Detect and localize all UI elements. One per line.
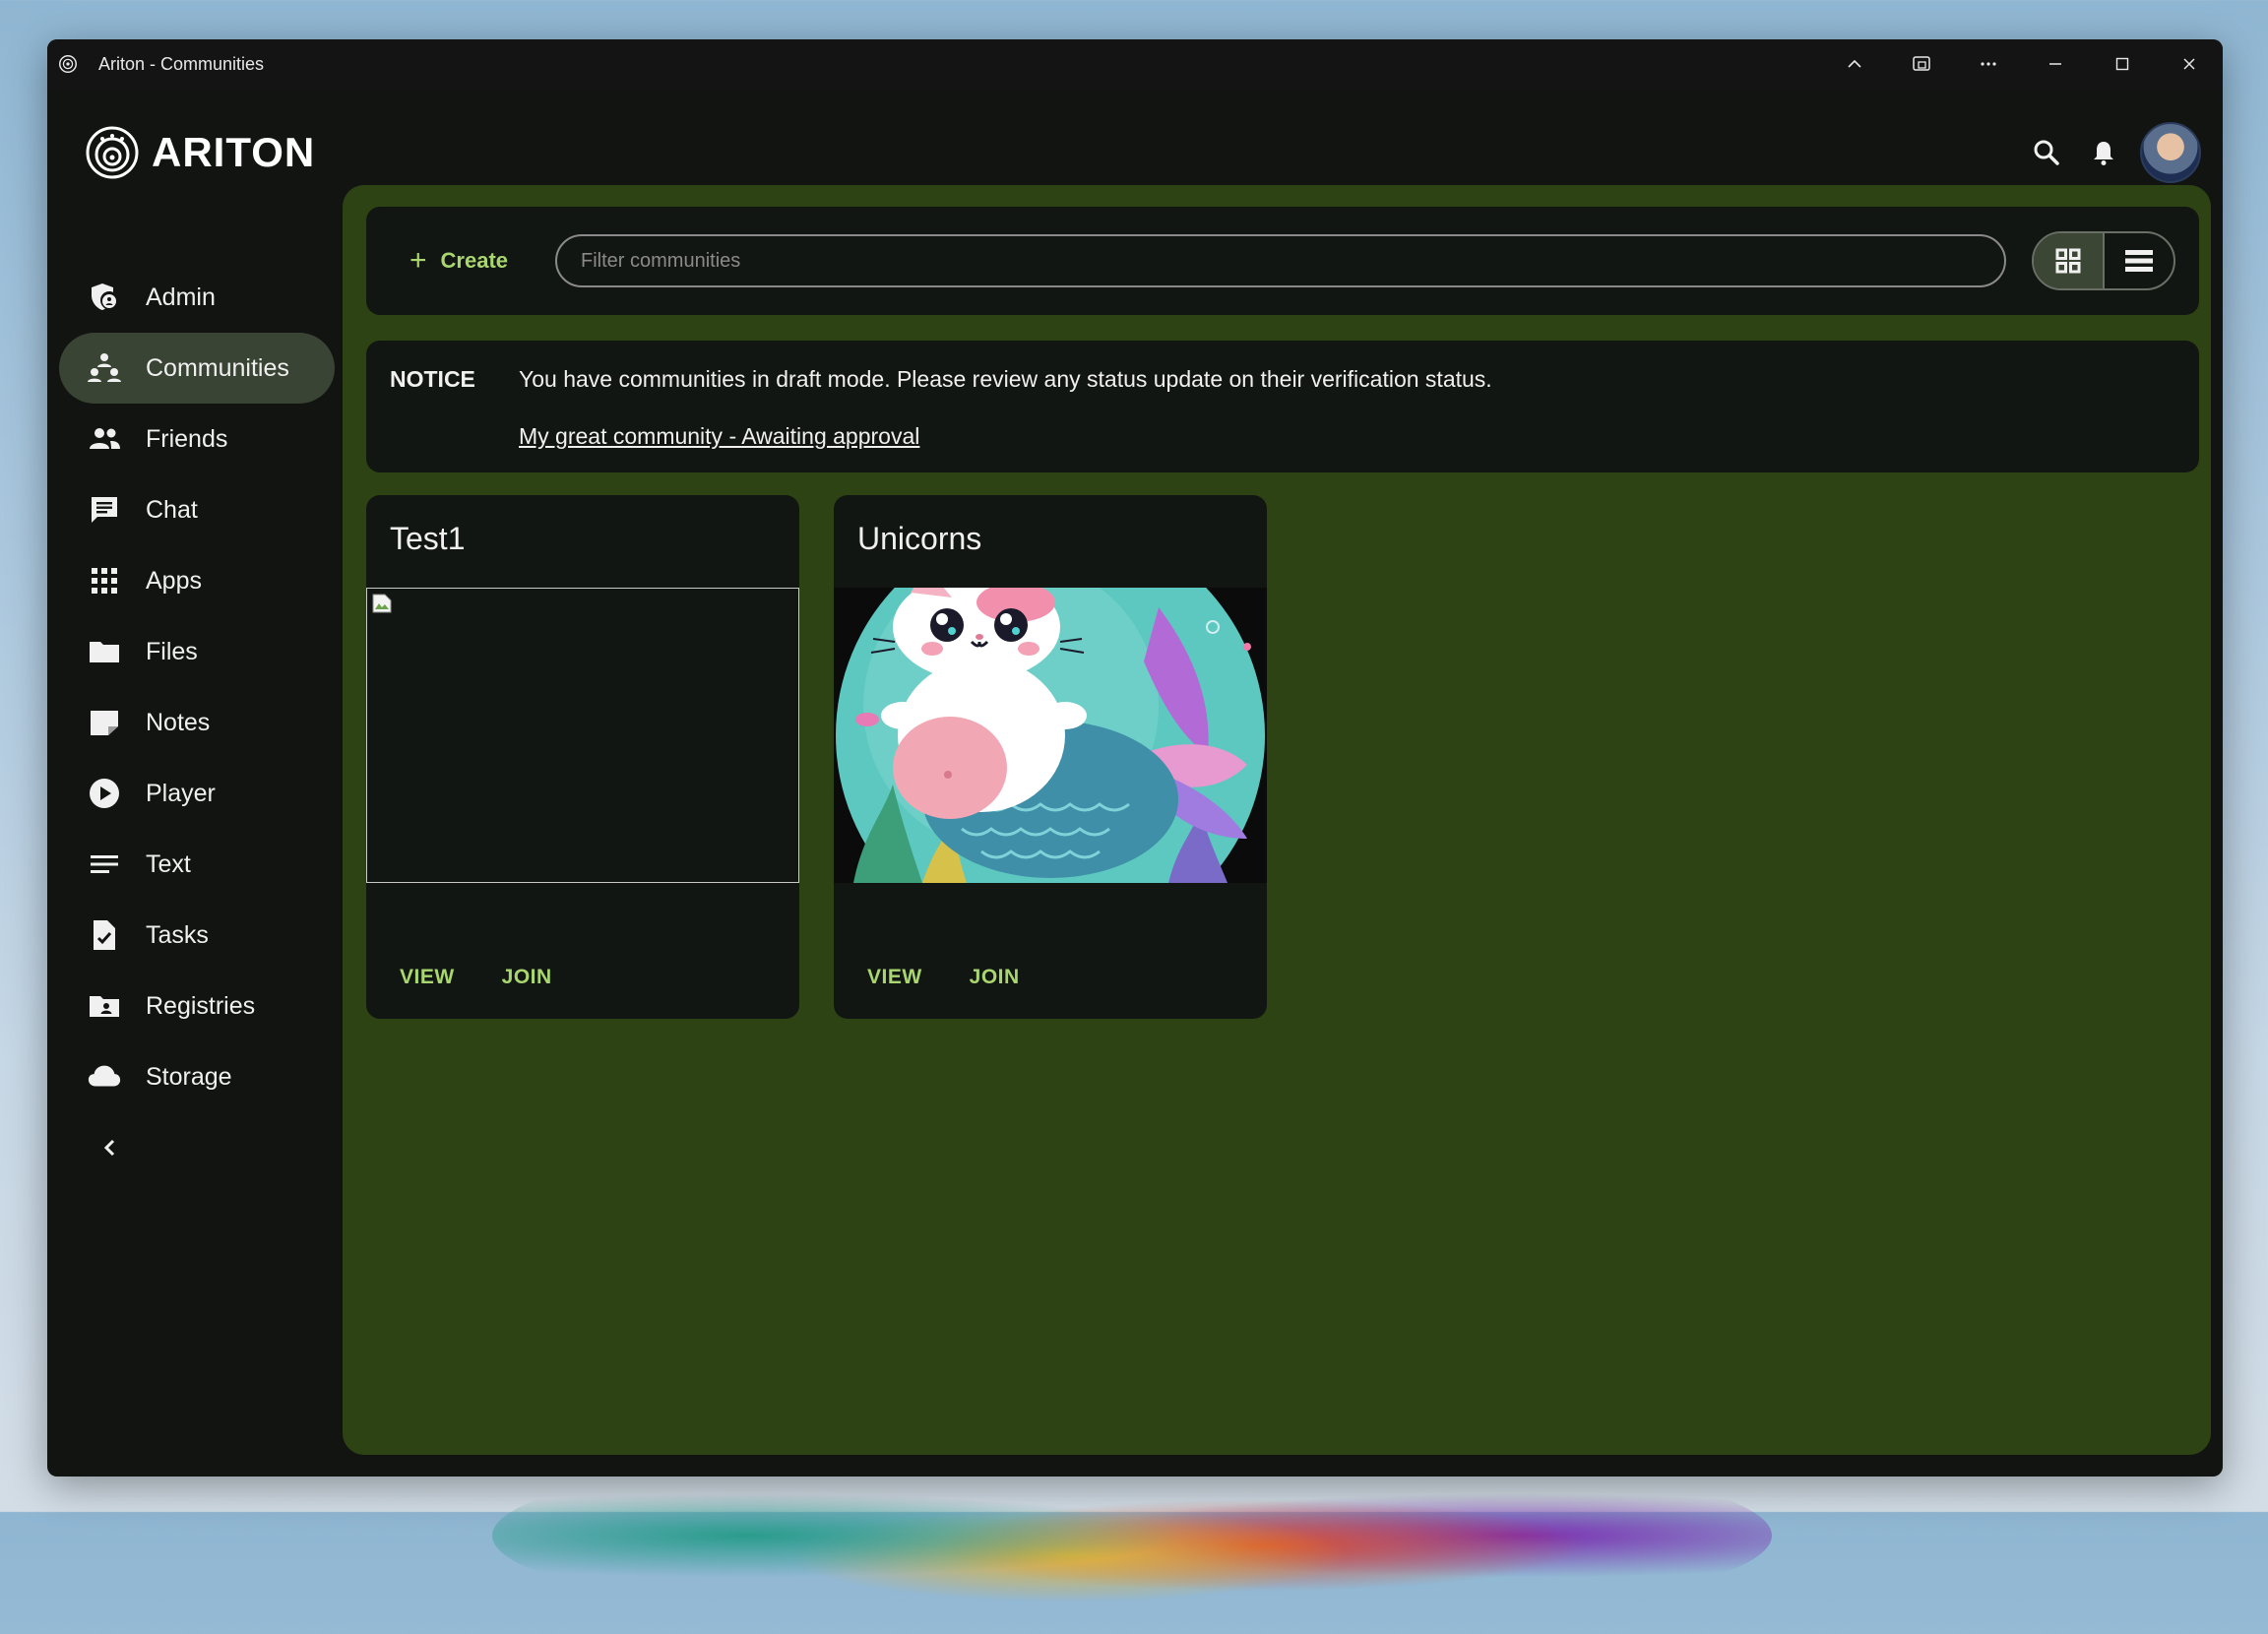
- cast-icon[interactable]: [1888, 39, 1955, 89]
- sidebar-item-text[interactable]: Text: [59, 829, 335, 900]
- sidebar-item-label: Communities: [146, 353, 289, 382]
- more-options-icon[interactable]: [1955, 39, 2022, 89]
- note-icon: [87, 705, 122, 740]
- grid-view-button[interactable]: [2034, 233, 2106, 288]
- sidebar-item-notes[interactable]: Notes: [59, 687, 335, 758]
- create-label: Create: [440, 248, 509, 273]
- sidebar-item-label: Notes: [146, 708, 211, 736]
- grid-view-icon: [2055, 248, 2081, 274]
- view-community-button[interactable]: VIEW: [867, 966, 922, 989]
- folder-icon: [87, 634, 122, 669]
- sidebar-nav: Admin Communities Friends Chat Apps File…: [59, 262, 335, 1183]
- play-icon: [87, 776, 122, 811]
- main-content: + Create NOTICE You have communities in …: [343, 185, 2211, 1455]
- notifications-bell-icon[interactable]: [2075, 124, 2132, 181]
- view-community-button[interactable]: VIEW: [400, 966, 455, 989]
- card-title: Unicorns: [857, 521, 982, 556]
- draft-notice-banner: NOTICE You have communities in draft mod…: [366, 341, 2199, 472]
- sidebar-item-label: Tasks: [146, 920, 209, 949]
- chevron-left-icon: [103, 1139, 115, 1157]
- ariton-logo-icon: [86, 126, 139, 179]
- sidebar-item-storage[interactable]: Storage: [59, 1041, 335, 1112]
- sidebar-item-label: Friends: [146, 424, 228, 453]
- brand[interactable]: ARITON: [85, 125, 315, 180]
- text-lines-icon: [87, 847, 122, 882]
- card-title: Test1: [390, 521, 466, 556]
- chevron-up-icon[interactable]: [1821, 39, 1888, 89]
- communities-icon: [87, 350, 122, 386]
- sidebar-item-label: Player: [146, 779, 216, 807]
- community-card-unicorns: Unicorns VIEW JOIN: [834, 495, 1267, 1019]
- app-logo-icon: [59, 55, 77, 73]
- brand-name: ARITON: [152, 129, 316, 175]
- sidebar-item-registries[interactable]: Registries: [59, 971, 335, 1041]
- sidebar-item-chat[interactable]: Chat: [59, 474, 335, 545]
- sidebar-item-files[interactable]: Files: [59, 616, 335, 687]
- app-window: Ariton - Communities ARITON Admin Commun…: [47, 39, 2223, 1477]
- communities-toolbar: + Create: [366, 207, 2199, 315]
- sidebar-item-communities[interactable]: Communities: [59, 333, 335, 404]
- list-view-button[interactable]: [2105, 233, 2174, 288]
- filter-communities-input[interactable]: [555, 234, 2007, 287]
- cloud-icon: [87, 1059, 122, 1095]
- registry-icon: [87, 988, 122, 1024]
- minimize-icon[interactable]: [2022, 39, 2089, 89]
- sidebar-item-label: Text: [146, 849, 191, 878]
- join-community-button[interactable]: JOIN: [502, 966, 552, 989]
- sidebar-item-label: Admin: [146, 283, 216, 311]
- plus-icon: +: [410, 244, 427, 277]
- friends-icon: [87, 421, 122, 457]
- list-view-icon: [2125, 250, 2154, 272]
- close-icon[interactable]: [2156, 39, 2223, 89]
- mermaid-cat-illustration: [834, 588, 1267, 883]
- broken-image-icon: [372, 594, 392, 613]
- sidebar-item-label: Storage: [146, 1062, 232, 1091]
- sidebar-item-tasks[interactable]: Tasks: [59, 900, 335, 971]
- title-bar: Ariton - Communities: [47, 39, 2223, 89]
- sidebar-item-label: Chat: [146, 495, 198, 524]
- draft-community-link[interactable]: My great community - Awaiting approval: [519, 423, 919, 450]
- sidebar-item-apps[interactable]: Apps: [59, 545, 335, 616]
- create-community-button[interactable]: + Create: [410, 244, 508, 278]
- notice-label: NOTICE: [390, 366, 475, 392]
- card-image-mermaid-cat: [834, 588, 1267, 883]
- task-check-icon: [87, 917, 122, 953]
- maximize-icon[interactable]: [2089, 39, 2156, 89]
- card-image-broken: [366, 588, 799, 883]
- collapse-sidebar-button[interactable]: [59, 1112, 335, 1183]
- notice-message: You have communities in draft mode. Plea…: [519, 366, 1492, 392]
- chat-icon: [87, 492, 122, 528]
- apps-grid-icon: [87, 563, 122, 598]
- sidebar-item-label: Apps: [146, 566, 202, 595]
- view-mode-toggle: [2032, 231, 2176, 290]
- admin-shield-icon: [87, 280, 122, 315]
- community-card-test1: Test1 VIEW JOIN: [366, 495, 799, 1019]
- window-title: Ariton - Communities: [98, 53, 265, 74]
- search-icon[interactable]: [2018, 124, 2075, 181]
- join-community-button[interactable]: JOIN: [970, 966, 1020, 989]
- sidebar-item-label: Registries: [146, 991, 256, 1020]
- sidebar-item-label: Files: [146, 637, 198, 665]
- sidebar-item-friends[interactable]: Friends: [59, 404, 335, 474]
- sidebar-item-player[interactable]: Player: [59, 758, 335, 829]
- sidebar-item-admin[interactable]: Admin: [59, 262, 335, 333]
- user-avatar[interactable]: [2140, 122, 2201, 183]
